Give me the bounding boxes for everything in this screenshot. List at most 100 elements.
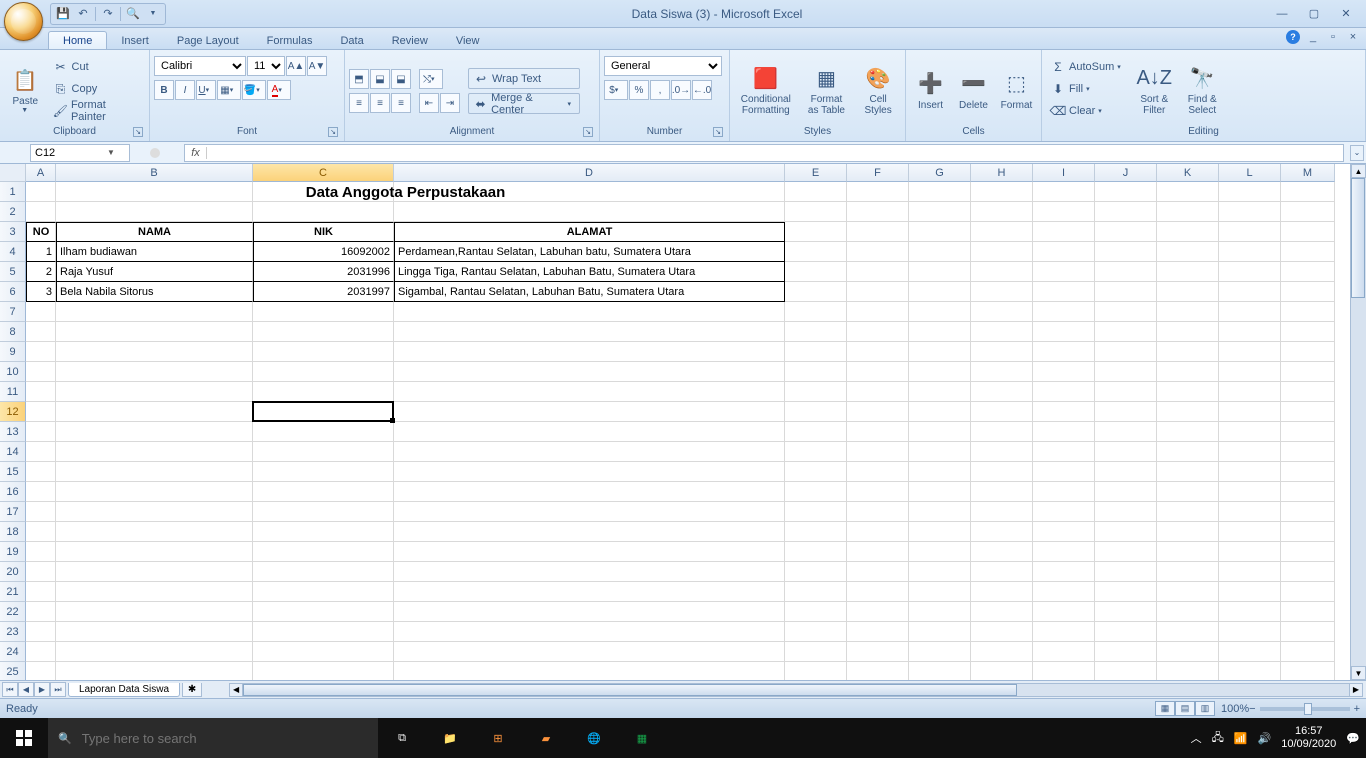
cell[interactable] [26, 402, 56, 422]
cell[interactable] [56, 502, 253, 522]
formula-input[interactable] [207, 147, 1343, 159]
search-input[interactable] [82, 731, 342, 746]
cell[interactable] [56, 202, 253, 222]
print-preview-icon[interactable]: 🔍 [125, 6, 141, 22]
clear-button[interactable]: ⌫Clear▾ [1046, 101, 1129, 122]
cell[interactable] [909, 342, 971, 362]
cell[interactable] [26, 362, 56, 382]
cell[interactable] [394, 422, 785, 442]
cell[interactable] [253, 202, 394, 222]
tab-home[interactable]: Home [48, 31, 107, 49]
row-header[interactable]: 8 [0, 322, 26, 342]
cell[interactable] [847, 242, 909, 262]
page-layout-view-button[interactable]: ▤ [1175, 701, 1195, 716]
cell[interactable] [56, 482, 253, 502]
cell[interactable] [1033, 662, 1095, 680]
cell[interactable] [1281, 362, 1335, 382]
cell[interactable] [1033, 322, 1095, 342]
cell[interactable] [1157, 642, 1219, 662]
row-header[interactable]: 24 [0, 642, 26, 662]
cell[interactable] [26, 462, 56, 482]
cell[interactable] [1033, 182, 1095, 202]
sheet-tab[interactable]: Laporan Data Siswa [68, 683, 180, 697]
col-header-L[interactable]: L [1219, 164, 1281, 182]
cell[interactable] [785, 222, 847, 242]
row-header[interactable]: 14 [0, 442, 26, 462]
cell[interactable] [1157, 382, 1219, 402]
cell[interactable] [1219, 582, 1281, 602]
cell[interactable] [909, 502, 971, 522]
cell[interactable] [253, 662, 394, 680]
format-cells-button[interactable]: ⬚Format [996, 55, 1037, 123]
italic-button[interactable]: I [175, 80, 195, 100]
clock[interactable]: 16:57 10/09/2020 [1281, 725, 1336, 751]
cell[interactable] [1219, 662, 1281, 680]
insert-cells-button[interactable]: ➕Insert [910, 55, 951, 123]
cell[interactable] [1033, 562, 1095, 582]
cell[interactable] [253, 522, 394, 542]
wrap-text-button[interactable]: ↩Wrap Text [468, 68, 580, 89]
minimize-button[interactable]: — [1268, 5, 1296, 23]
cell[interactable] [1033, 362, 1095, 382]
cell[interactable] [971, 482, 1033, 502]
cell[interactable] [1219, 502, 1281, 522]
decrease-indent-button[interactable]: ⇤ [419, 93, 439, 113]
increase-indent-button[interactable]: ⇥ [440, 93, 460, 113]
cell[interactable] [26, 302, 56, 322]
close-workbook-icon[interactable]: × [1346, 30, 1360, 44]
cell[interactable] [1033, 602, 1095, 622]
scroll-thumb[interactable] [243, 684, 1017, 696]
cell[interactable] [909, 642, 971, 662]
cell[interactable] [56, 302, 253, 322]
cell[interactable]: NAMA [56, 222, 253, 242]
format-as-table-button[interactable]: ▦Format as Table [800, 55, 854, 123]
cell[interactable] [1095, 362, 1157, 382]
save-icon[interactable]: 💾 [55, 6, 71, 22]
cell[interactable] [1157, 482, 1219, 502]
xampp-icon[interactable]: ⊞ [474, 718, 522, 758]
cell[interactable] [847, 502, 909, 522]
cell[interactable] [1219, 182, 1281, 202]
font-size-select[interactable]: 11 [247, 56, 285, 76]
cell[interactable] [394, 602, 785, 622]
zoom-slider[interactable]: − + [1249, 703, 1360, 715]
find-select-button[interactable]: 🔭Find & Select [1179, 55, 1225, 123]
cell[interactable] [1219, 542, 1281, 562]
cell[interactable] [394, 322, 785, 342]
cell[interactable] [847, 302, 909, 322]
cell[interactable] [847, 402, 909, 422]
cell[interactable] [1157, 522, 1219, 542]
cell[interactable] [971, 222, 1033, 242]
cell[interactable] [1219, 362, 1281, 382]
cell[interactable]: Raja Yusuf [56, 262, 253, 282]
cell[interactable]: NO [26, 222, 56, 242]
cell[interactable] [253, 502, 394, 522]
cell[interactable] [394, 202, 785, 222]
cell[interactable] [1095, 402, 1157, 422]
cell[interactable] [1281, 202, 1335, 222]
cell[interactable] [394, 382, 785, 402]
cell[interactable] [1095, 642, 1157, 662]
row-header[interactable]: 2 [0, 202, 26, 222]
merge-center-button[interactable]: ⬌Merge & Center▾ [468, 93, 580, 114]
cell[interactable] [1033, 342, 1095, 362]
cell[interactable] [26, 542, 56, 562]
cell[interactable] [847, 182, 909, 202]
col-header-E[interactable]: E [785, 164, 847, 182]
shrink-font-button[interactable]: A▼ [307, 56, 327, 76]
cell[interactable] [1095, 202, 1157, 222]
cell[interactable] [785, 262, 847, 282]
cell[interactable] [1095, 522, 1157, 542]
cell[interactable] [785, 542, 847, 562]
cell[interactable] [971, 182, 1033, 202]
align-center-button[interactable]: ≡ [370, 93, 390, 113]
cell[interactable] [847, 602, 909, 622]
cell[interactable] [1157, 502, 1219, 522]
cell[interactable] [785, 242, 847, 262]
decrease-decimal-button[interactable]: ←.0 [692, 80, 712, 100]
vertical-scrollbar[interactable]: ▲ ▼ [1350, 164, 1366, 680]
spreadsheet-grid[interactable]: ABCDEFGHIJKLM 12345678910111213141516171… [0, 164, 1366, 680]
cell[interactable] [847, 342, 909, 362]
cell[interactable] [909, 402, 971, 422]
cell[interactable] [971, 442, 1033, 462]
